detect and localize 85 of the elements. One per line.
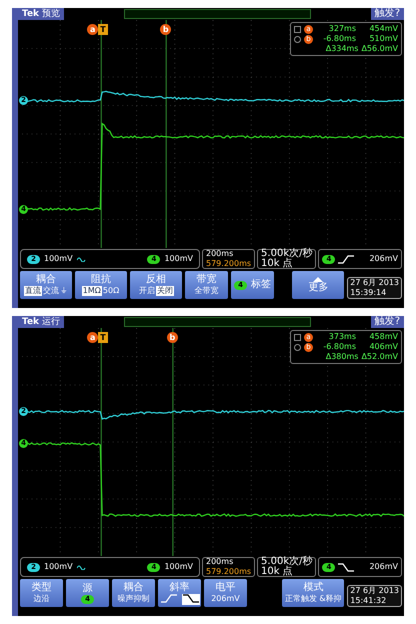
voltage-reading: Δ52.0mV — [361, 352, 398, 362]
menu-button[interactable]: 耦合 噪声抑制 — [112, 579, 155, 607]
menu-button[interactable]: 斜率 — [158, 579, 201, 607]
time-label: 15:41:32 — [350, 596, 388, 606]
menu-title: 标签 — [251, 279, 271, 291]
date-label: 27 6月 2013 — [350, 586, 399, 596]
value-label: 噪声抑制 — [116, 594, 150, 604]
cursor-label[interactable]: b — [166, 332, 178, 343]
circle-icon — [294, 344, 301, 350]
voltage-reading: 458mV — [369, 332, 398, 342]
time-reading: Δ380ms — [324, 352, 358, 362]
brand-label: Tek — [22, 8, 40, 20]
trigger-status-label: 触发? — [370, 8, 404, 20]
menu-button[interactable]: 电平 206mV — [204, 579, 247, 607]
scale-reading: 100mV — [164, 253, 193, 265]
menu-button[interactable]: 模式 正常触发 &释抑 — [282, 579, 344, 607]
time-reading: -6.80ms — [322, 342, 356, 352]
up-arrow-icon — [313, 276, 324, 282]
more-button[interactable]: 更多 — [292, 271, 344, 299]
position-reading: 579.200ms — [206, 567, 252, 577]
trigger-level-reading: 206mV — [369, 562, 398, 572]
cursor-label[interactable]: b — [160, 24, 172, 35]
value-label: 边沿 — [32, 594, 50, 604]
time-scale-reading: 200ms — [206, 557, 234, 567]
trigger-position-marker: T — [98, 332, 108, 343]
option-label[interactable]: 关闭 — [156, 286, 174, 296]
menu-title: 斜率 — [170, 582, 190, 594]
cursor-label[interactable]: a — [87, 332, 98, 343]
time-label: 15:39:14 — [350, 288, 388, 298]
menu-title: 源 — [82, 582, 92, 594]
voltage-reading: 510mV — [369, 34, 398, 44]
option-label[interactable]: 交流 — [42, 286, 60, 296]
menu-title: 带宽 — [196, 274, 216, 286]
sample-rate-reading: 5.00k次/秒 — [261, 249, 312, 259]
cursor-line[interactable] — [166, 20, 167, 248]
menu-title: 模式 — [303, 582, 324, 594]
menu-title: 类型 — [32, 582, 52, 594]
time-reading: -6.80ms — [322, 34, 356, 44]
option-label[interactable]: 开启 — [138, 286, 156, 296]
record-length-reading: 10k 点 — [261, 567, 294, 577]
slope-option-icon[interactable] — [182, 594, 200, 604]
trigger-position-marker: T — [98, 24, 108, 35]
menu-title: 反相 — [146, 274, 166, 286]
sample-rate-reading: 5.00k次/秒 — [261, 557, 312, 567]
option-label[interactable]: 直流 — [24, 286, 42, 296]
option-label[interactable]: 50Ω — [102, 286, 120, 296]
date-label: 27 6月 2013 — [350, 278, 399, 288]
circle-icon — [294, 36, 301, 42]
menu-title: 电平 — [216, 582, 236, 594]
cursor-line[interactable] — [100, 20, 102, 248]
position-reading: 579.200ms — [206, 259, 252, 269]
menu-button[interactable]: 耦合 直流 交流 ⏚ — [20, 271, 72, 299]
voltage-reading: 406mV — [369, 342, 398, 352]
voltage-reading: Δ56.0mV — [361, 44, 398, 54]
trigger-level-reading: 206mV — [369, 254, 398, 264]
record-length-reading: 10k 点 — [261, 259, 294, 269]
time-scale-reading: 200ms — [206, 249, 234, 259]
voltage-reading: 454mV — [369, 24, 398, 34]
square-icon — [294, 334, 301, 340]
value-label: 全带宽 — [194, 286, 220, 296]
time-reading: 327ms — [328, 24, 356, 34]
scale-reading: 100mV — [164, 561, 193, 573]
menu-button[interactable]: 类型 边沿 — [20, 579, 63, 607]
menu-title: 耦合 — [124, 582, 144, 594]
cursor-label[interactable]: a — [87, 24, 98, 35]
option-label[interactable]: 1MΩ — [82, 286, 102, 296]
brand-label: Tek — [22, 316, 40, 328]
time-reading: 373ms — [328, 332, 356, 342]
cursor-line[interactable] — [172, 328, 174, 556]
time-reading: Δ334ms — [324, 44, 358, 54]
menu-button[interactable]: 带宽 全带宽 — [185, 271, 228, 299]
menu-button[interactable]: 反相 开启 关闭 — [130, 271, 182, 299]
square-icon — [294, 26, 301, 32]
option-label[interactable]: ⏚ — [60, 286, 68, 296]
scale-reading: 100mV — [44, 253, 73, 265]
cursor-line[interactable] — [100, 328, 102, 556]
menu-title: 耦合 — [36, 274, 56, 286]
scale-reading: 100mV — [44, 561, 73, 573]
menu-title: 阻抗 — [91, 274, 111, 286]
run-state-label: 运行 — [42, 316, 60, 328]
trigger-status-label: 触发? — [370, 316, 404, 328]
run-state-label: 预览 — [42, 8, 60, 20]
value-label: 206mV — [210, 594, 241, 604]
menu-button[interactable]: 阻抗 1MΩ 50Ω — [75, 271, 127, 299]
value-label: 正常触发 &释抑 — [284, 594, 343, 604]
